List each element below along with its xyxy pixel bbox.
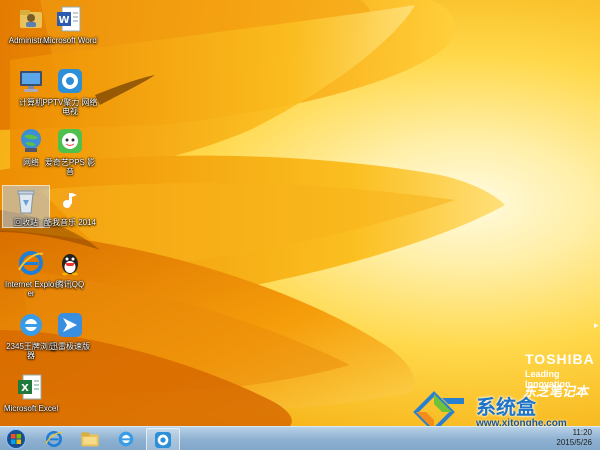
brand-name: TOSHIBA [525, 351, 595, 367]
recycle-bin-icon [11, 186, 41, 216]
excel-icon: X [16, 372, 46, 402]
desktop-icon-label: Microsoft Excel [3, 404, 59, 413]
start-button[interactable] [2, 428, 30, 450]
pptv-icon [55, 66, 85, 96]
xunlei-icon [55, 310, 85, 340]
desktop-icon-label: 酷我音乐 2014 [43, 218, 97, 227]
taskbar-browser-button[interactable] [110, 428, 142, 450]
browser-2345-icon [16, 310, 46, 340]
qq-icon [55, 248, 85, 278]
word-icon: W [55, 4, 85, 34]
desktop-icon-qq[interactable]: 腾讯QQ [47, 248, 93, 289]
desktop-icon-label: 爱奇艺PPS 影音 [44, 158, 96, 176]
desktop-icon-xunlei[interactable]: 迅雷极速版 [47, 310, 93, 351]
desktop-icon-microsoft-word[interactable]: W Microsoft Word [43, 4, 97, 45]
desktop-icon-iqiyi[interactable]: 爱奇艺PPS 影音 [45, 126, 95, 176]
watermark-title: 系统盒 [476, 397, 536, 419]
desktop-icon-microsoft-excel[interactable]: X Microsoft Excel [4, 372, 58, 413]
iqiyi-icon [55, 126, 85, 156]
ie-icon [16, 248, 46, 278]
watermark: 系统盒 www.xitonghe.com [412, 390, 597, 433]
svg-text:W: W [58, 15, 69, 26]
pptv-icon [155, 432, 171, 448]
desktop-icon-label: 迅雷极速版 [50, 342, 90, 351]
clock-date: 2015/5/26 [556, 438, 592, 447]
clock-time: 11:20 [572, 428, 592, 437]
desktop-icon-label: Microsoft Word [43, 36, 97, 45]
cursor-glyph: ▸ [594, 320, 599, 330]
windows-start-icon [6, 429, 26, 449]
taskbar-ie-button[interactable] [38, 428, 70, 450]
desktop-icon-pptv[interactable]: PPTV聚力 网络电视 [42, 66, 98, 116]
kuwo-icon [55, 186, 85, 216]
watermark-logo-icon [413, 391, 464, 433]
svg-text:X: X [21, 383, 29, 394]
taskbar: 11:20 2015/5/26 [0, 426, 600, 450]
system-clock[interactable]: 11:20 2015/5/26 [556, 428, 592, 448]
desktop[interactable]: Administra... W Microsoft Word 计算机 PPTV聚… [0, 0, 600, 450]
network-icon [16, 126, 46, 156]
ie-icon [45, 431, 63, 447]
desktop-icon-label: PPTV聚力 网络电视 [42, 98, 98, 116]
desktop-icon-kuwo[interactable]: 酷我音乐 2014 [44, 186, 96, 227]
desktop-icon-label: 腾讯QQ [55, 280, 85, 289]
folder-icon [81, 432, 99, 447]
browser-icon [118, 431, 134, 447]
folder-icon [16, 4, 46, 34]
computer-icon [16, 66, 46, 96]
taskbar-explorer-button[interactable] [74, 428, 106, 450]
taskbar-pptv-button[interactable] [146, 428, 180, 450]
